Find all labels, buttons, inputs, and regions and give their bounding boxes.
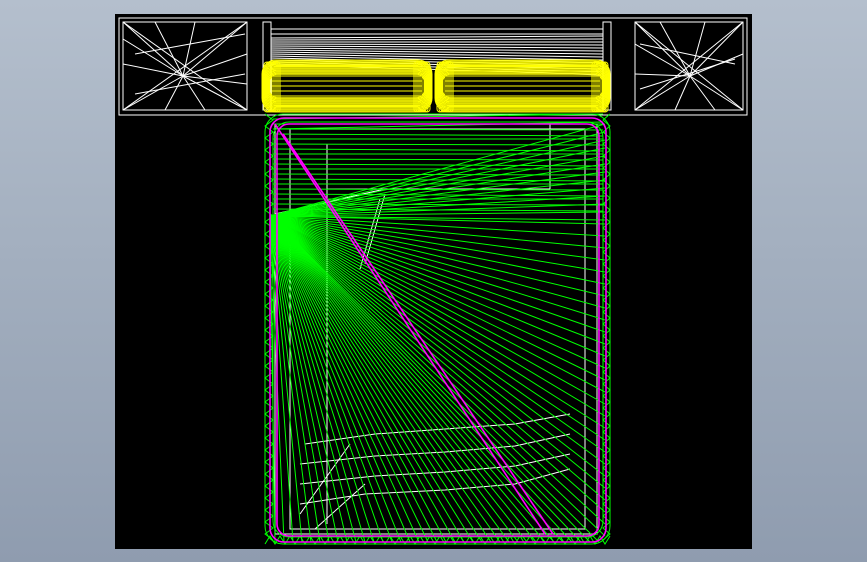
pillows-wireframe [261, 59, 611, 113]
mattress-wireframe [264, 113, 611, 545]
cad-viewport[interactable] [115, 14, 752, 549]
bed-wireframe-model[interactable] [115, 14, 752, 549]
